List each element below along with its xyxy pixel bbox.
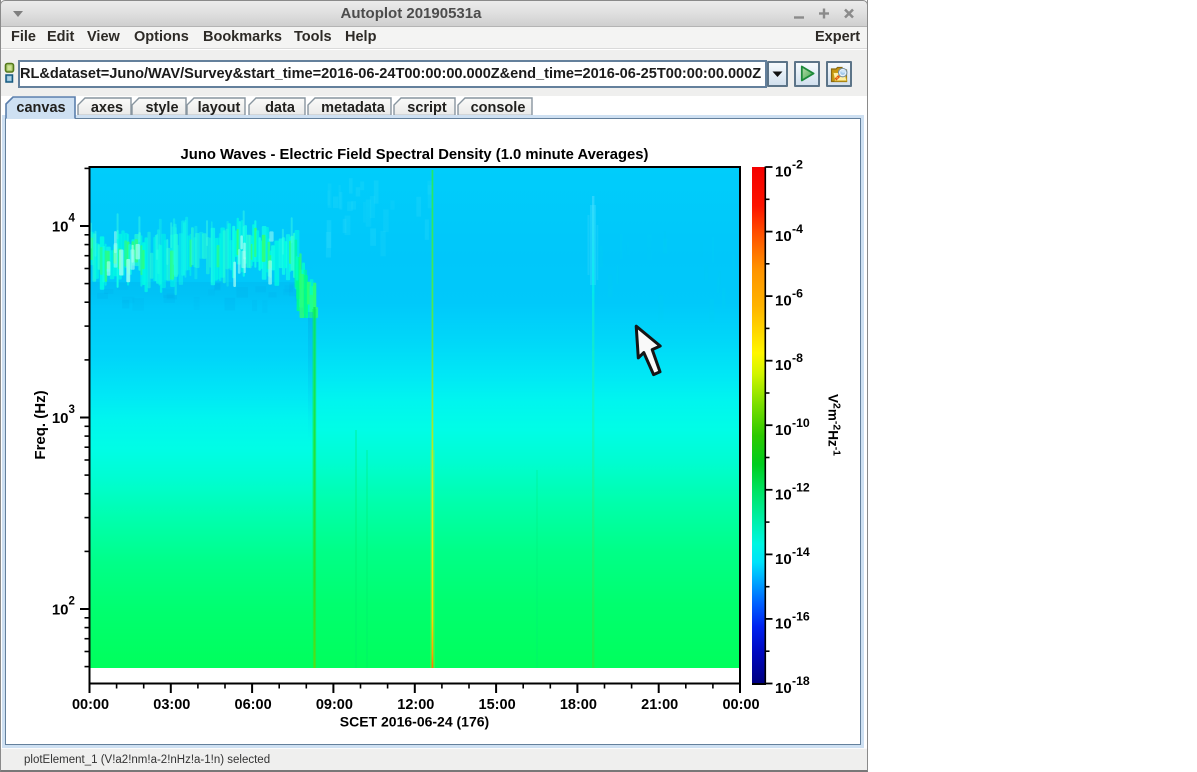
svg-text:09:00: 09:00: [316, 697, 353, 713]
svg-text:12:00: 12:00: [397, 697, 434, 713]
svg-text:10: 10: [52, 602, 69, 619]
svg-text:Freq. (Hz): Freq. (Hz): [32, 390, 49, 459]
svg-text:10: 10: [52, 219, 69, 236]
svg-text:V2m-2Hz-1: V2m-2Hz-1: [826, 394, 843, 456]
svg-text:10: 10: [775, 357, 792, 374]
svg-text:-8: -8: [792, 351, 803, 365]
svg-text:-12: -12: [792, 480, 810, 494]
svg-text:-4: -4: [792, 222, 803, 236]
svg-text:4: 4: [69, 213, 76, 225]
svg-text:10: 10: [775, 293, 792, 310]
svg-text:10: 10: [775, 422, 792, 439]
svg-text:10: 10: [775, 680, 792, 697]
svg-text:18:00: 18:00: [560, 697, 597, 713]
svg-text:-14: -14: [792, 545, 810, 559]
svg-text:10: 10: [775, 164, 792, 181]
svg-text:15:00: 15:00: [479, 697, 516, 713]
svg-text:00:00: 00:00: [72, 697, 109, 713]
svg-text:10: 10: [775, 615, 792, 632]
svg-text:-10: -10: [792, 416, 810, 430]
svg-text:10: 10: [775, 551, 792, 568]
svg-text:Juno Waves - Electric Field Sp: Juno Waves - Electric Field Spectral Den…: [181, 147, 649, 163]
svg-text:2: 2: [69, 596, 75, 608]
svg-text:06:00: 06:00: [235, 697, 272, 713]
svg-text:10: 10: [775, 486, 792, 503]
svg-text:-18: -18: [792, 674, 810, 688]
svg-text:SCET 2016-06-24 (176): SCET 2016-06-24 (176): [340, 714, 489, 730]
svg-text:10: 10: [52, 410, 69, 427]
svg-text:21:00: 21:00: [641, 697, 678, 713]
svg-text:03:00: 03:00: [153, 697, 190, 713]
svg-text:00:00: 00:00: [722, 697, 759, 713]
svg-text:-6: -6: [792, 287, 803, 301]
svg-text:3: 3: [69, 404, 75, 416]
svg-text:-2: -2: [792, 158, 803, 172]
svg-text:-16: -16: [792, 609, 810, 623]
svg-text:10: 10: [775, 228, 792, 245]
